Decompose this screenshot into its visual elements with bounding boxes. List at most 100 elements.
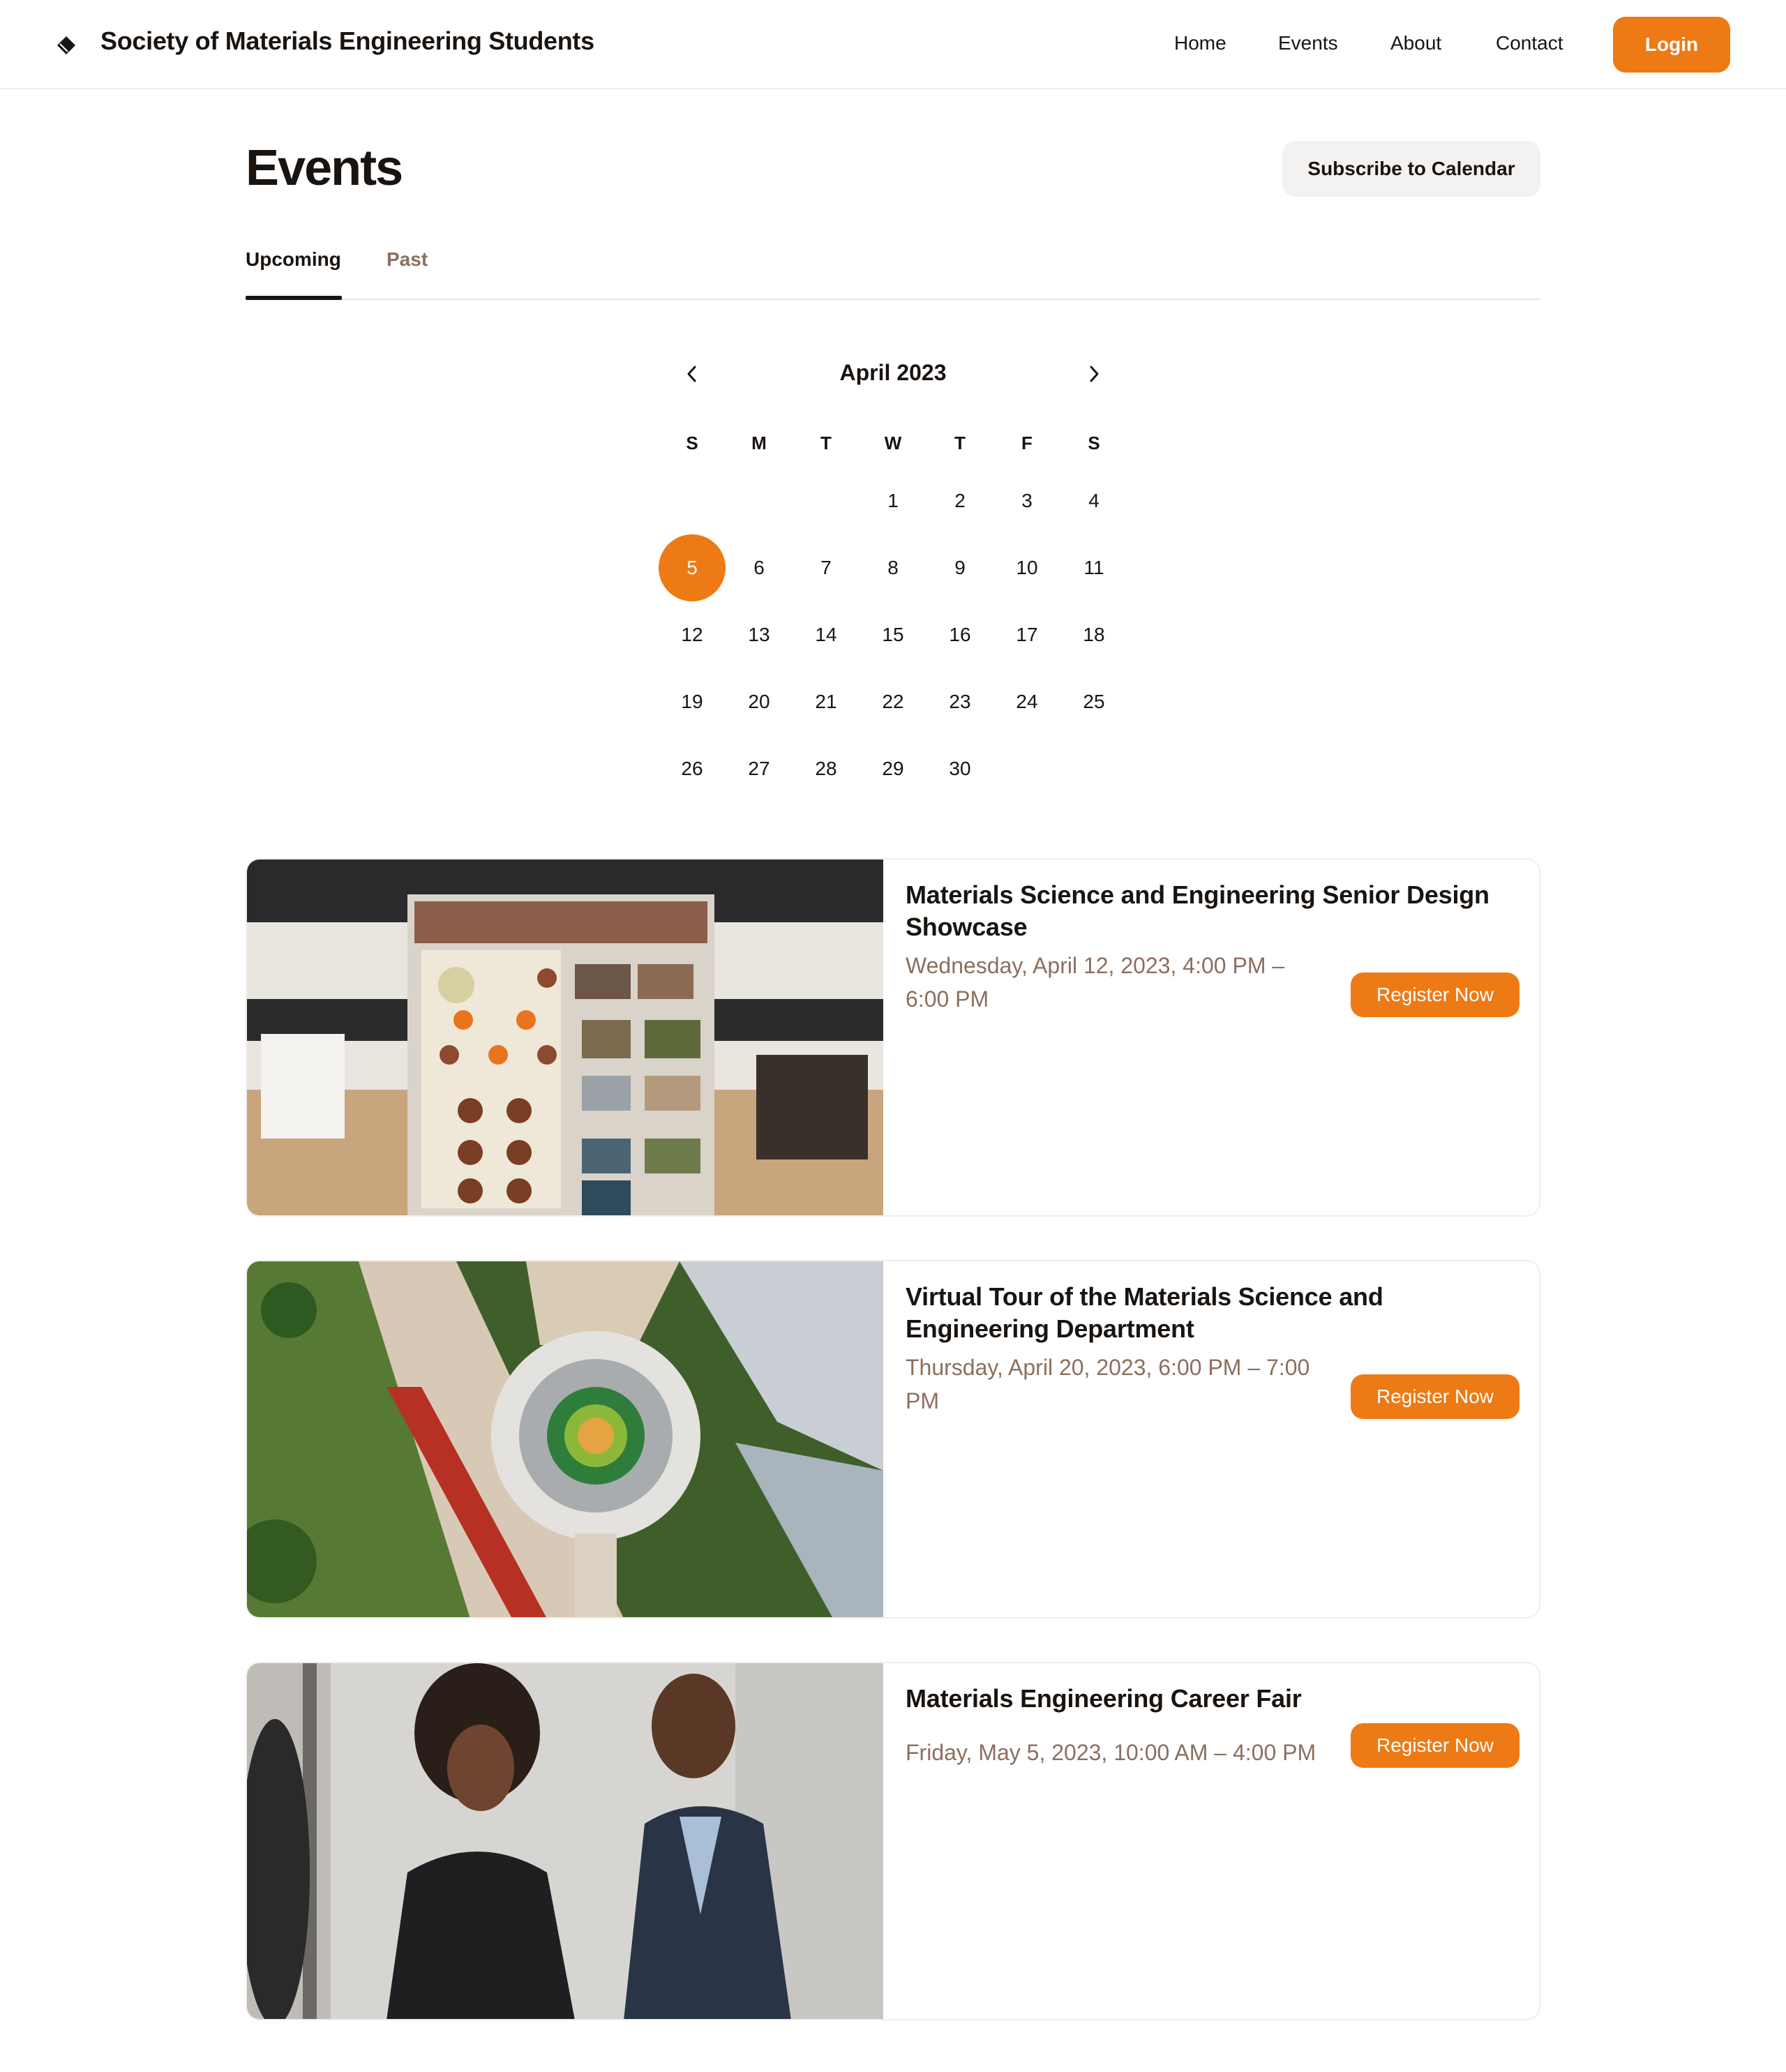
calendar-day[interactable]: 17: [993, 601, 1060, 668]
event-card[interactable]: Virtual Tour of the Materials Science an…: [246, 1260, 1540, 1619]
calendar-weekday-row: S M T W T F S: [659, 419, 1127, 467]
calendar-day[interactable]: 25: [1060, 668, 1127, 735]
calendar-day[interactable]: 18: [1060, 601, 1127, 668]
calendar-day-number: 30: [949, 758, 971, 779]
calendar-day[interactable]: 22: [860, 668, 926, 735]
career-fair-image: [247, 1663, 883, 2019]
calendar-day[interactable]: 8: [860, 534, 926, 601]
event-card[interactable]: Materials Engineering Career Fair Friday…: [246, 1662, 1540, 2020]
chevron-left-icon: [687, 366, 696, 382]
calendar-day[interactable]: 28: [793, 735, 860, 802]
calendar-day[interactable]: 12: [659, 601, 726, 668]
subscribe-calendar-button[interactable]: Subscribe to Calendar: [1282, 141, 1540, 197]
active-tab-indicator: [246, 296, 342, 300]
calendar-day-number: 20: [748, 691, 770, 712]
calendar-day[interactable]: 26: [659, 735, 726, 802]
event-title[interactable]: Materials Engineering Career Fair: [906, 1683, 1506, 1715]
register-button[interactable]: Register Now: [1351, 1374, 1519, 1419]
calendar-day[interactable]: 24: [993, 668, 1060, 735]
calendar-day-number: 23: [949, 691, 971, 712]
calendar-day-number: 7: [820, 557, 832, 578]
weekday-label: M: [751, 432, 767, 453]
calendar-day[interactable]: 3: [993, 467, 1060, 534]
weekday-label: T: [820, 432, 832, 453]
calendar-day[interactable]: 1: [860, 467, 926, 534]
calendar-day[interactable]: 9: [926, 534, 993, 601]
site-header: Society of Materials Engineering Student…: [0, 0, 1786, 89]
calendar-day-number: 26: [681, 758, 703, 779]
page-title: Events: [246, 140, 403, 196]
calendar-day-number: 19: [681, 691, 703, 712]
calendar-day[interactable]: 4: [1060, 467, 1127, 534]
calendar-day[interactable]: 2: [926, 467, 993, 534]
event-title[interactable]: Virtual Tour of the Materials Science an…: [906, 1281, 1506, 1345]
calendar-day-selected[interactable]: 5: [659, 534, 726, 601]
nav-home[interactable]: Home: [1174, 32, 1226, 54]
calendar-empty-cell: [1060, 735, 1127, 802]
calendar-day-number: 22: [882, 691, 904, 712]
calendar-day-number: 25: [1083, 691, 1105, 712]
prev-month-button[interactable]: [678, 360, 706, 388]
calendar-day-number: 9: [954, 557, 966, 578]
nav-contact[interactable]: Contact: [1496, 32, 1563, 54]
register-button[interactable]: Register Now: [1351, 973, 1519, 1017]
calendar-days: 1 2 3 4 5 6 7 8 9 10 11 12 13 14 15 16 17 18 19 20 21 22 23 24 2…: [659, 467, 1127, 802]
calendar-day[interactable]: 14: [793, 601, 860, 668]
calendar-month-label: April 2023: [839, 360, 947, 385]
calendar-day[interactable]: 10: [993, 534, 1060, 601]
calendar-day-number: 29: [882, 758, 904, 779]
calendar-day-number: 24: [1016, 691, 1038, 712]
calendar-empty-cell: [659, 467, 726, 534]
calendar-day[interactable]: 19: [659, 668, 726, 735]
calendar-day-number: 17: [1016, 624, 1038, 645]
calendar-day[interactable]: 20: [726, 668, 793, 735]
calendar-day-number: 11: [1083, 557, 1104, 578]
tab-upcoming[interactable]: Upcoming: [246, 248, 341, 271]
calendar-day-number: 15: [882, 624, 904, 645]
calendar-day[interactable]: 16: [926, 601, 993, 668]
diamond-logo-icon[interactable]: [56, 35, 77, 56]
calendar-day[interactable]: 27: [726, 735, 793, 802]
nav-about[interactable]: About: [1390, 32, 1441, 54]
calendar-day-number: 6: [753, 557, 765, 578]
calendar-day[interactable]: 30: [926, 735, 993, 802]
site-title[interactable]: Society of Materials Engineering Student…: [100, 27, 594, 56]
calendar-day-number: 4: [1088, 490, 1100, 511]
calendar-day[interactable]: 15: [860, 601, 926, 668]
tab-past[interactable]: Past: [387, 248, 428, 271]
calendar-day-number: 2: [954, 490, 966, 511]
calendar-day-number: 12: [681, 624, 703, 645]
calendar-day[interactable]: 6: [726, 534, 793, 601]
register-button[interactable]: Register Now: [1351, 1723, 1519, 1768]
event-title[interactable]: Materials Science and Engineering Senior…: [906, 879, 1506, 943]
calendar-day[interactable]: 7: [793, 534, 860, 601]
nav-events[interactable]: Events: [1278, 32, 1338, 54]
next-month-button[interactable]: [1080, 360, 1108, 388]
calendar-empty-cell: [993, 735, 1060, 802]
tabs-divider: [246, 299, 1540, 300]
calendar-day-number: 27: [748, 758, 770, 779]
calendar-day[interactable]: 21: [793, 668, 860, 735]
weekday-label: S: [1088, 432, 1100, 453]
login-button[interactable]: Login: [1613, 17, 1730, 73]
calendar-day-number: 28: [815, 758, 837, 779]
calendar-grid: S M T W T F S 1 2 3 4 5 6 7 8 9 10 11 12 13 14 15 16 17 1…: [659, 419, 1127, 802]
event-card[interactable]: Materials Science and Engineering Senior…: [246, 858, 1540, 1217]
calendar-empty-cell: [793, 467, 860, 534]
calendar-day-number: 16: [949, 624, 971, 645]
weekday-label: S: [686, 432, 698, 453]
calendar-day[interactable]: 11: [1060, 534, 1127, 601]
calendar-day-number: 8: [887, 557, 899, 578]
calendar-day[interactable]: 13: [726, 601, 793, 668]
calendar-day-number: 5: [659, 534, 726, 601]
calendar-empty-cell: [726, 467, 793, 534]
calendar-day-number: 10: [1016, 557, 1038, 578]
calendar-day[interactable]: 23: [926, 668, 993, 735]
calendar-week-row: 12 13 14 15 16 17 18: [659, 601, 1127, 668]
calendar-week-row: 1 2 3 4: [659, 467, 1127, 534]
calendar-day[interactable]: 29: [860, 735, 926, 802]
virtual-tour-image: [247, 1261, 883, 1617]
weekday-label: W: [884, 432, 902, 453]
calendar-day-number: 21: [815, 691, 837, 712]
event-date: Friday, May 5, 2023, 10:00 AM – 4:00 PM: [906, 1740, 1316, 1765]
